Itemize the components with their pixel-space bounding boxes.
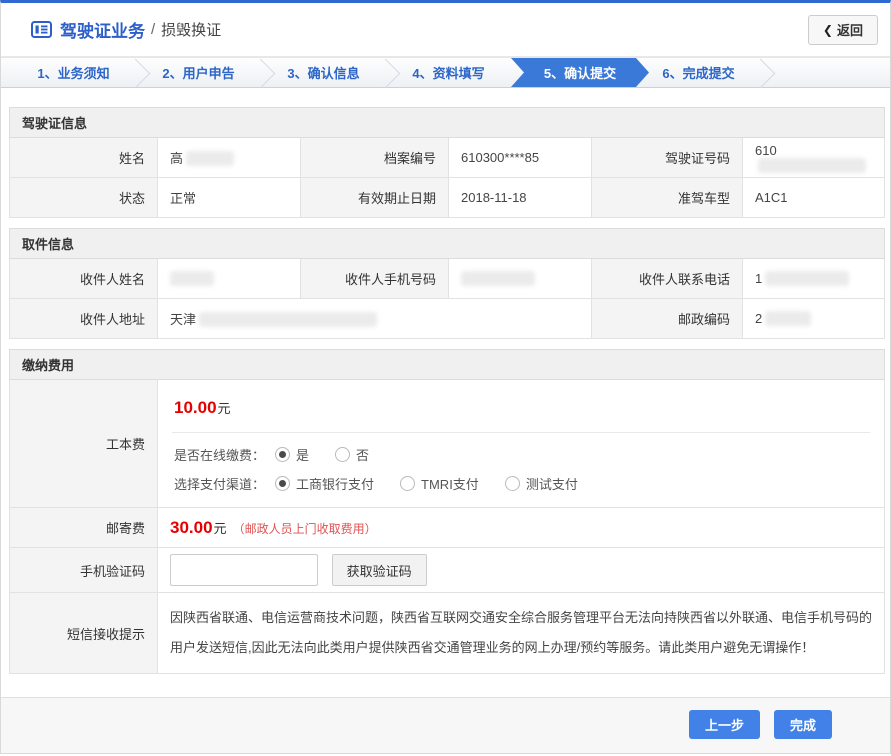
production-fee-amount: 10.00元 — [172, 392, 870, 433]
recipient-phone-label: 收件人联系电话 — [592, 259, 743, 299]
redacted-text — [186, 151, 234, 166]
radio-unchecked-icon[interactable] — [400, 476, 415, 491]
table-row: 姓名 高 档案编号 610300****85 驾驶证号码 610 — [10, 138, 885, 178]
captcha-cell: 获取验证码 — [158, 548, 885, 593]
redacted-text — [199, 312, 377, 327]
page-header: 驾驶证业务 / 损毁换证 ❮ 返回 — [1, 3, 890, 57]
chevron-left-icon: ❮ — [823, 23, 833, 37]
get-captcha-button[interactable]: 获取验证码 — [332, 554, 427, 586]
channel-tmri-option[interactable]: TMRI支付 — [400, 474, 479, 493]
step-2-user-declaration[interactable]: 2、用户申告 — [136, 58, 261, 87]
pickup-info-table: 取件信息 收件人姓名 收件人手机号码 收件人联系电话 1 收件人地址 天津 邮政… — [9, 228, 885, 339]
step-4-fill-materials[interactable]: 4、资料填写 — [386, 58, 511, 87]
redacted-text — [461, 271, 535, 286]
captcha-input[interactable] — [170, 554, 318, 586]
previous-step-button[interactable]: 上一步 — [689, 710, 760, 739]
channel-icbc-option[interactable]: 工商银行支付 — [275, 474, 374, 493]
step-6-complete-submit[interactable]: 6、完成提交 — [636, 58, 761, 87]
radio-checked-icon[interactable] — [275, 476, 290, 491]
file-number-label: 档案编号 — [301, 138, 449, 178]
app-title: 驾驶证业务 — [60, 17, 145, 42]
production-fee-cell: 10.00元 是否在线缴费： 是 否 选择支 — [158, 380, 885, 508]
recipient-mobile-value — [449, 259, 592, 299]
table-row: 收件人地址 天津 邮政编码 2 — [10, 299, 885, 339]
expiry-date-value: 2018-11-18 — [449, 178, 592, 218]
status-value: 正常 — [158, 178, 301, 218]
production-fee-label: 工本费 — [10, 380, 158, 508]
back-button-label: 返回 — [837, 20, 863, 39]
license-number-label: 驾驶证号码 — [592, 138, 743, 178]
recipient-phone-value: 1 — [743, 259, 885, 299]
recipient-address-label: 收件人地址 — [10, 299, 158, 339]
expiry-date-label: 有效期止日期 — [301, 178, 449, 218]
redacted-text — [765, 271, 849, 286]
table-row: 邮寄费 30.00元（邮政人员上门收取费用） — [10, 508, 885, 548]
channel-icbc-label: 工商银行支付 — [296, 474, 374, 493]
table-row: 状态 正常 有效期止日期 2018-11-18 准驾车型 A1C1 — [10, 178, 885, 218]
breadcrumb-current: 损毁换证 — [161, 19, 221, 40]
table-row: 手机验证码 获取验证码 — [10, 548, 885, 593]
online-pay-yes-label: 是 — [296, 445, 309, 464]
pay-channel-option-row: 选择支付渠道： 工商银行支付 TMRI支付 测试支付 — [174, 474, 870, 493]
status-label: 状态 — [10, 178, 158, 218]
vehicle-class-value: A1C1 — [743, 178, 885, 218]
radio-checked-icon[interactable] — [275, 447, 290, 462]
license-number-value: 610 — [743, 138, 885, 178]
step-1-business-notice[interactable]: 1、业务须知 — [11, 58, 136, 87]
channel-test-label: 测试支付 — [526, 474, 578, 493]
redacted-text — [758, 158, 866, 173]
name-label: 姓名 — [10, 138, 158, 178]
license-section-title: 驾驶证信息 — [10, 108, 885, 138]
captcha-label: 手机验证码 — [10, 548, 158, 593]
postage-fee-value: 30.00元（邮政人员上门收取费用） — [158, 508, 885, 548]
recipient-name-value — [158, 259, 301, 299]
table-row: 短信接收提示 因陕西省联通、电信运营商技术问题，陕西省互联网交通安全综合服务管理… — [10, 593, 885, 674]
redacted-text — [170, 271, 214, 286]
online-pay-no-label: 否 — [356, 445, 369, 464]
online-pay-no-option[interactable]: 否 — [335, 445, 369, 464]
recipient-mobile-label: 收件人手机号码 — [301, 259, 449, 299]
table-row: 收件人姓名 收件人手机号码 收件人联系电话 1 — [10, 259, 885, 299]
sms-notice-label: 短信接收提示 — [10, 593, 158, 674]
channel-test-option[interactable]: 测试支付 — [505, 474, 578, 493]
pickup-section-title: 取件信息 — [10, 229, 885, 259]
redacted-text — [765, 311, 811, 326]
page-container: 驾驶证业务 / 损毁换证 ❮ 返回 1、业务须知 2、用户申告 3、确认信息 4… — [0, 0, 891, 754]
step-5-confirm-submit[interactable]: 5、确认提交 — [511, 58, 649, 87]
fees-table: 缴纳费用 工本费 10.00元 是否在线缴费： 是 — [9, 349, 885, 674]
sms-notice-text: 因陕西省联通、电信运营商技术问题，陕西省互联网交通安全综合服务管理平台无法向持陕… — [158, 593, 885, 674]
vehicle-class-label: 准驾车型 — [592, 178, 743, 218]
footer-actions: 上一步 完成 — [1, 697, 890, 753]
recipient-name-label: 收件人姓名 — [10, 259, 158, 299]
step-wizard: 1、业务须知 2、用户申告 3、确认信息 4、资料填写 5、确认提交 6、完成提… — [1, 57, 890, 88]
license-list-icon — [31, 21, 52, 38]
channel-tmri-label: TMRI支付 — [421, 474, 479, 493]
name-value: 高 — [158, 138, 301, 178]
file-number-value: 610300****85 — [449, 138, 592, 178]
zip-code-label: 邮政编码 — [592, 299, 743, 339]
recipient-address-value: 天津 — [158, 299, 592, 339]
postage-fee-note: （邮政人员上门收取费用） — [233, 522, 377, 536]
breadcrumb-separator: / — [151, 21, 155, 38]
table-row: 工本费 10.00元 是否在线缴费： 是 否 — [10, 380, 885, 508]
step-3-confirm-info[interactable]: 3、确认信息 — [261, 58, 386, 87]
back-button[interactable]: ❮ 返回 — [808, 15, 878, 45]
postage-fee-label: 邮寄费 — [10, 508, 158, 548]
radio-unchecked-icon[interactable] — [505, 476, 520, 491]
fees-section-title: 缴纳费用 — [10, 350, 885, 380]
main-content: 驾驶证信息 姓名 高 档案编号 610300****85 驾驶证号码 610 状… — [1, 88, 890, 688]
license-info-table: 驾驶证信息 姓名 高 档案编号 610300****85 驾驶证号码 610 状… — [9, 107, 885, 218]
online-pay-yes-option[interactable]: 是 — [275, 445, 309, 464]
online-pay-label: 是否在线缴费： — [174, 445, 265, 464]
finish-button[interactable]: 完成 — [774, 710, 832, 739]
zip-code-value: 2 — [743, 299, 885, 339]
radio-unchecked-icon[interactable] — [335, 447, 350, 462]
pay-channel-label: 选择支付渠道： — [174, 474, 265, 493]
online-pay-option-row: 是否在线缴费： 是 否 — [174, 445, 870, 464]
